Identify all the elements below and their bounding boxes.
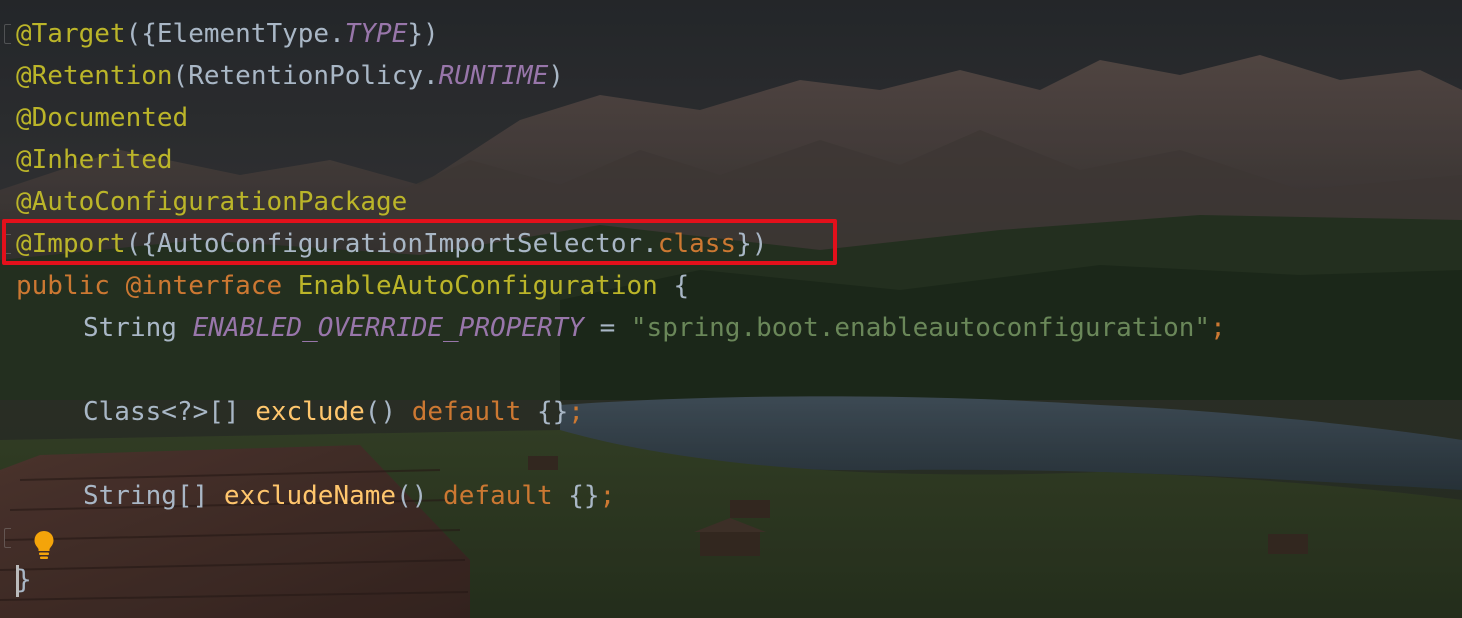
code-token: @Documented <box>16 103 189 133</box>
code-token: ({ElementType. <box>125 19 345 49</box>
code-line[interactable]: Class<?>[] exclude() default {}; <box>16 391 584 433</box>
code-token: EnableAutoConfiguration <box>297 271 658 301</box>
code-line[interactable]: public @interface EnableAutoConfiguratio… <box>16 265 689 307</box>
code-token: @interface <box>125 271 298 301</box>
code-token: ENABLED_OVERRIDE_PROPERTY <box>192 313 584 343</box>
code-token: public <box>16 271 126 301</box>
code-token: = <box>583 313 631 343</box>
code-token: String <box>83 313 193 343</box>
code-token: default <box>411 397 537 427</box>
code-line[interactable]: @Documented <box>16 97 188 139</box>
code-token: default <box>443 481 569 511</box>
code-token: TYPE <box>344 19 408 49</box>
code-token: exclude <box>255 397 365 427</box>
text-cursor <box>16 565 19 597</box>
code-token: @Inherited <box>16 145 173 175</box>
code-editor[interactable]: @Target({ElementType.TYPE}) @Retention(Re… <box>0 0 1462 618</box>
code-token: ; <box>568 397 584 427</box>
code-token: String[] <box>83 481 224 511</box>
fold-marker[interactable] <box>4 528 11 548</box>
code-line[interactable]: @Target({ElementType.TYPE}) <box>16 13 439 55</box>
code-token: {} <box>568 481 600 511</box>
code-token: ; <box>1210 313 1226 343</box>
code-token: }) <box>407 19 439 49</box>
code-token: Class<?>[] <box>83 397 256 427</box>
code-token: "spring.boot.enableautoconfiguration" <box>630 313 1211 343</box>
highlight-rectangle <box>2 219 837 265</box>
code-line[interactable]: @Retention(RetentionPolicy.RUNTIME) <box>16 55 564 97</box>
code-token: excludeName <box>223 481 397 511</box>
code-token: (RetentionPolicy. <box>172 61 439 91</box>
code-token: RUNTIME <box>438 61 549 91</box>
code-token: @AutoConfigurationPackage <box>16 187 408 217</box>
code-line[interactable]: String ENABLED_OVERRIDE_PROPERTY = "spri… <box>16 307 1226 349</box>
code-token: () <box>396 481 444 511</box>
code-token: ; <box>599 481 616 511</box>
code-token: () <box>364 397 412 427</box>
code-token: @Retention <box>16 61 173 91</box>
code-token: ) <box>548 61 564 91</box>
code-token: {} <box>536 397 569 427</box>
code-token: @Target <box>16 19 126 49</box>
code-token: { <box>657 271 690 301</box>
code-line[interactable]: @Inherited <box>16 139 173 181</box>
fold-marker[interactable] <box>4 24 11 44</box>
code-line[interactable]: @AutoConfigurationPackage <box>16 181 407 223</box>
lightbulb-icon[interactable] <box>33 530 55 560</box>
code-line[interactable]: String[] excludeName() default {}; <box>16 475 615 517</box>
